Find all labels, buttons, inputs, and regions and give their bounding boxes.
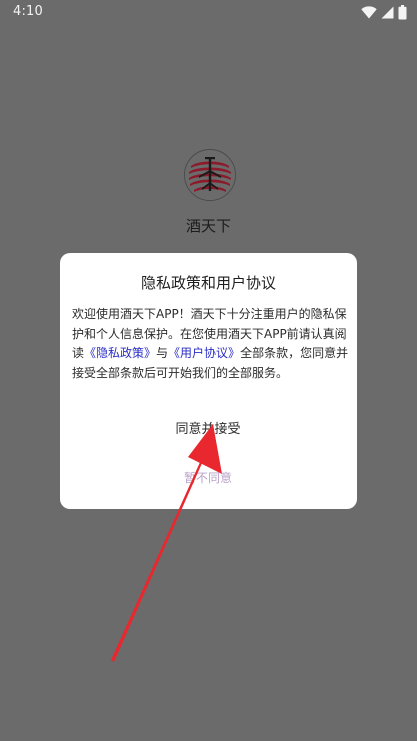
- user-agreement-link[interactable]: 《用户协议》: [168, 346, 240, 360]
- status-time: 4:10: [13, 4, 43, 19]
- agree-button[interactable]: 同意并接受: [138, 419, 278, 441]
- app-name: 酒天下: [185, 217, 231, 235]
- signal-icon: [381, 6, 394, 19]
- status-bar: 4:10: [0, 0, 417, 24]
- privacy-dialog: 隐私政策和用户协议 欢迎使用酒天下APP！酒天下十分注重用户的隐私保护和个人信息…: [60, 253, 357, 509]
- dialog-title: 隐私政策和用户协议: [140, 274, 276, 292]
- battery-icon: [398, 4, 407, 20]
- dialog-body: 欢迎使用酒天下APP！酒天下十分注重用户的隐私保护和个人信息保护。在您使用酒天下…: [72, 305, 349, 383]
- dialog-body-and-text: 与: [156, 346, 169, 360]
- privacy-policy-link[interactable]: 《隐私政策》: [84, 346, 156, 360]
- jiutianxia-logo-icon: [183, 148, 237, 202]
- disagree-button[interactable]: 暂不同意: [138, 467, 278, 489]
- wifi-icon: [361, 5, 377, 19]
- status-icons: [361, 4, 407, 20]
